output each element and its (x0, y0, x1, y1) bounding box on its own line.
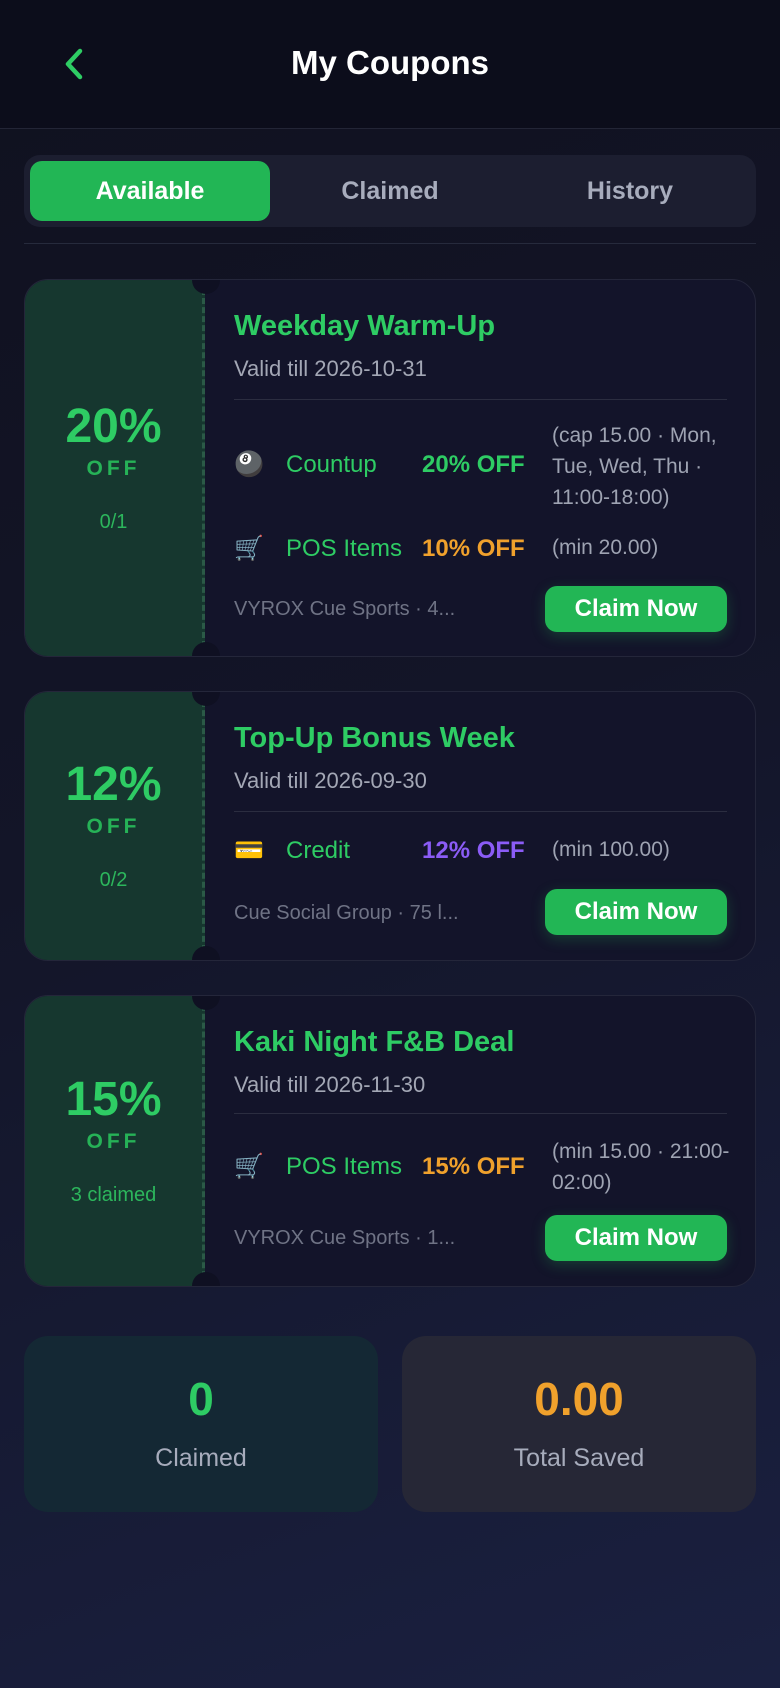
coupon-title: Kaki Night F&B Deal (234, 1026, 515, 1058)
coupon-item: 💳 Credit 12% OFF (min 100.00) (234, 832, 727, 872)
claimed-count: 0 (188, 1372, 214, 1425)
discount-percent: 20% (65, 399, 162, 453)
item-name: Countup (286, 451, 377, 478)
billiard-ball-icon: 🎱 (234, 451, 264, 478)
divider (234, 1113, 727, 1114)
tab-available[interactable]: Available (30, 161, 270, 221)
discount-off-label: OFF (86, 456, 141, 480)
claim-now-button[interactable]: Claim Now (545, 1215, 727, 1261)
discount-percent: 12% (65, 757, 162, 811)
tab-claimed[interactable]: Claimed (270, 161, 510, 221)
usage-count: 0/1 (99, 510, 128, 533)
discount-percent: 15% (65, 1072, 162, 1126)
coupon-item: 🛒 POS Items 15% OFF (min 15.00 · 21:00-0… (234, 1136, 729, 1200)
coupon-item: 🛒 POS Items 10% OFF (min 20.00) (234, 530, 727, 570)
item-discount: 15% OFF (422, 1153, 525, 1180)
cart-icon: 🛒 (234, 1153, 264, 1180)
app-header: My Coupons (0, 0, 780, 129)
divider (234, 399, 727, 400)
coupon-card: 12% OFF 0/2 Top-Up Bonus Week Valid till… (24, 691, 756, 961)
total-saved-label: Total Saved (513, 1443, 645, 1472)
coupon-stub: 20% OFF 0/1 (25, 280, 205, 656)
divider (234, 811, 727, 812)
discount-off-label: OFF (86, 814, 141, 838)
divider (24, 243, 756, 244)
claim-now-button[interactable]: Claim Now (545, 586, 727, 632)
ticket-notch (192, 946, 220, 960)
item-discount: 10% OFF (422, 535, 525, 562)
discount-off-label: OFF (86, 1129, 141, 1153)
item-conditions: (min 100.00) (552, 838, 670, 861)
credit-card-icon: 💳 (234, 837, 264, 864)
usage-count: 0/2 (99, 868, 128, 891)
tab-bar: Available Claimed History (24, 155, 756, 227)
item-discount: 12% OFF (422, 837, 525, 864)
page-title: My Coupons (291, 44, 489, 81)
item-name: POS Items (286, 1153, 403, 1180)
coupon-item: 🎱 Countup 20% OFF (cap 15.00 · Mon, Tue,… (234, 420, 727, 510)
coupon-card: 15% OFF 3 claimed Kaki Night F&B Deal Va… (24, 995, 756, 1287)
item-discount: 20% OFF (422, 451, 525, 478)
item-conditions: (cap 15.00 · Mon, Tue, Wed, Thu · 11:00-… (552, 424, 717, 509)
coupon-title: Top-Up Bonus Week (234, 722, 515, 754)
claimed-label: Claimed (155, 1443, 247, 1472)
ticket-notch (192, 642, 220, 656)
venue-name: Cue Social Group · 75 l... (234, 902, 459, 924)
venue-name: VYROX Cue Sports · 1... (234, 1227, 456, 1249)
claimed-stat-card: 0 Claimed (24, 1336, 378, 1512)
venue-name: VYROX Cue Sports · 4... (234, 598, 456, 620)
coupon-validity: Valid till 2026-11-30 (234, 1072, 426, 1097)
claim-now-button[interactable]: Claim Now (545, 889, 727, 935)
cart-icon: 🛒 (234, 535, 264, 562)
total-saved-value: 0.00 (534, 1372, 624, 1425)
ticket-notch (192, 1272, 220, 1286)
item-conditions: (min 15.00 · 21:00-02:00) (552, 1140, 730, 1194)
total-saved-stat-card: 0.00 Total Saved (402, 1336, 756, 1512)
usage-count: 3 claimed (70, 1183, 157, 1206)
coupon-validity: Valid till 2026-10-31 (234, 356, 427, 381)
coupon-validity: Valid till 2026-09-30 (234, 768, 427, 793)
item-conditions: (min 20.00) (552, 536, 659, 559)
coupon-card: 20% OFF 0/1 Weekday Warm-Up Valid till 2… (24, 279, 756, 657)
coupon-stub: 12% OFF 0/2 (25, 692, 205, 960)
item-name: Credit (286, 837, 351, 864)
coupon-stub: 15% OFF 3 claimed (25, 996, 205, 1286)
coupon-title: Weekday Warm-Up (234, 310, 496, 342)
item-name: POS Items (286, 535, 403, 562)
tab-history[interactable]: History (510, 161, 750, 221)
